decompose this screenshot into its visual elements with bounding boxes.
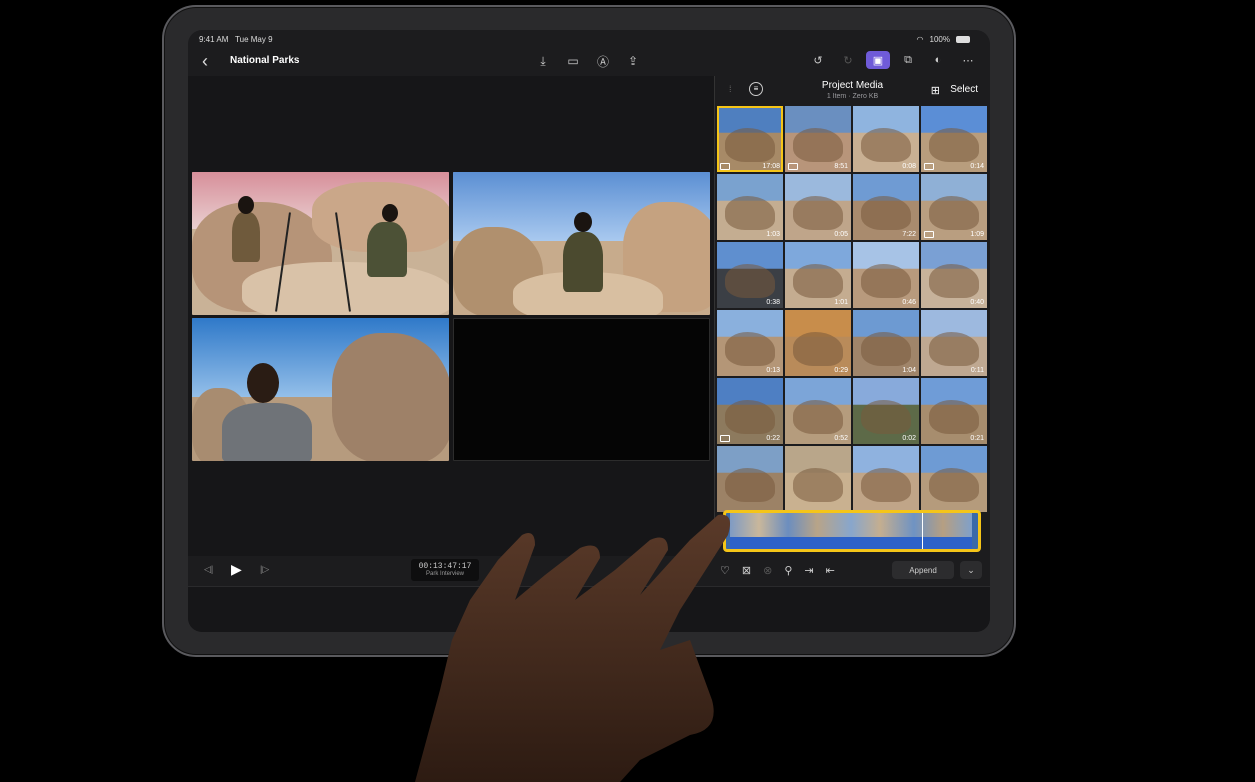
hand-image — [415, 514, 731, 782]
